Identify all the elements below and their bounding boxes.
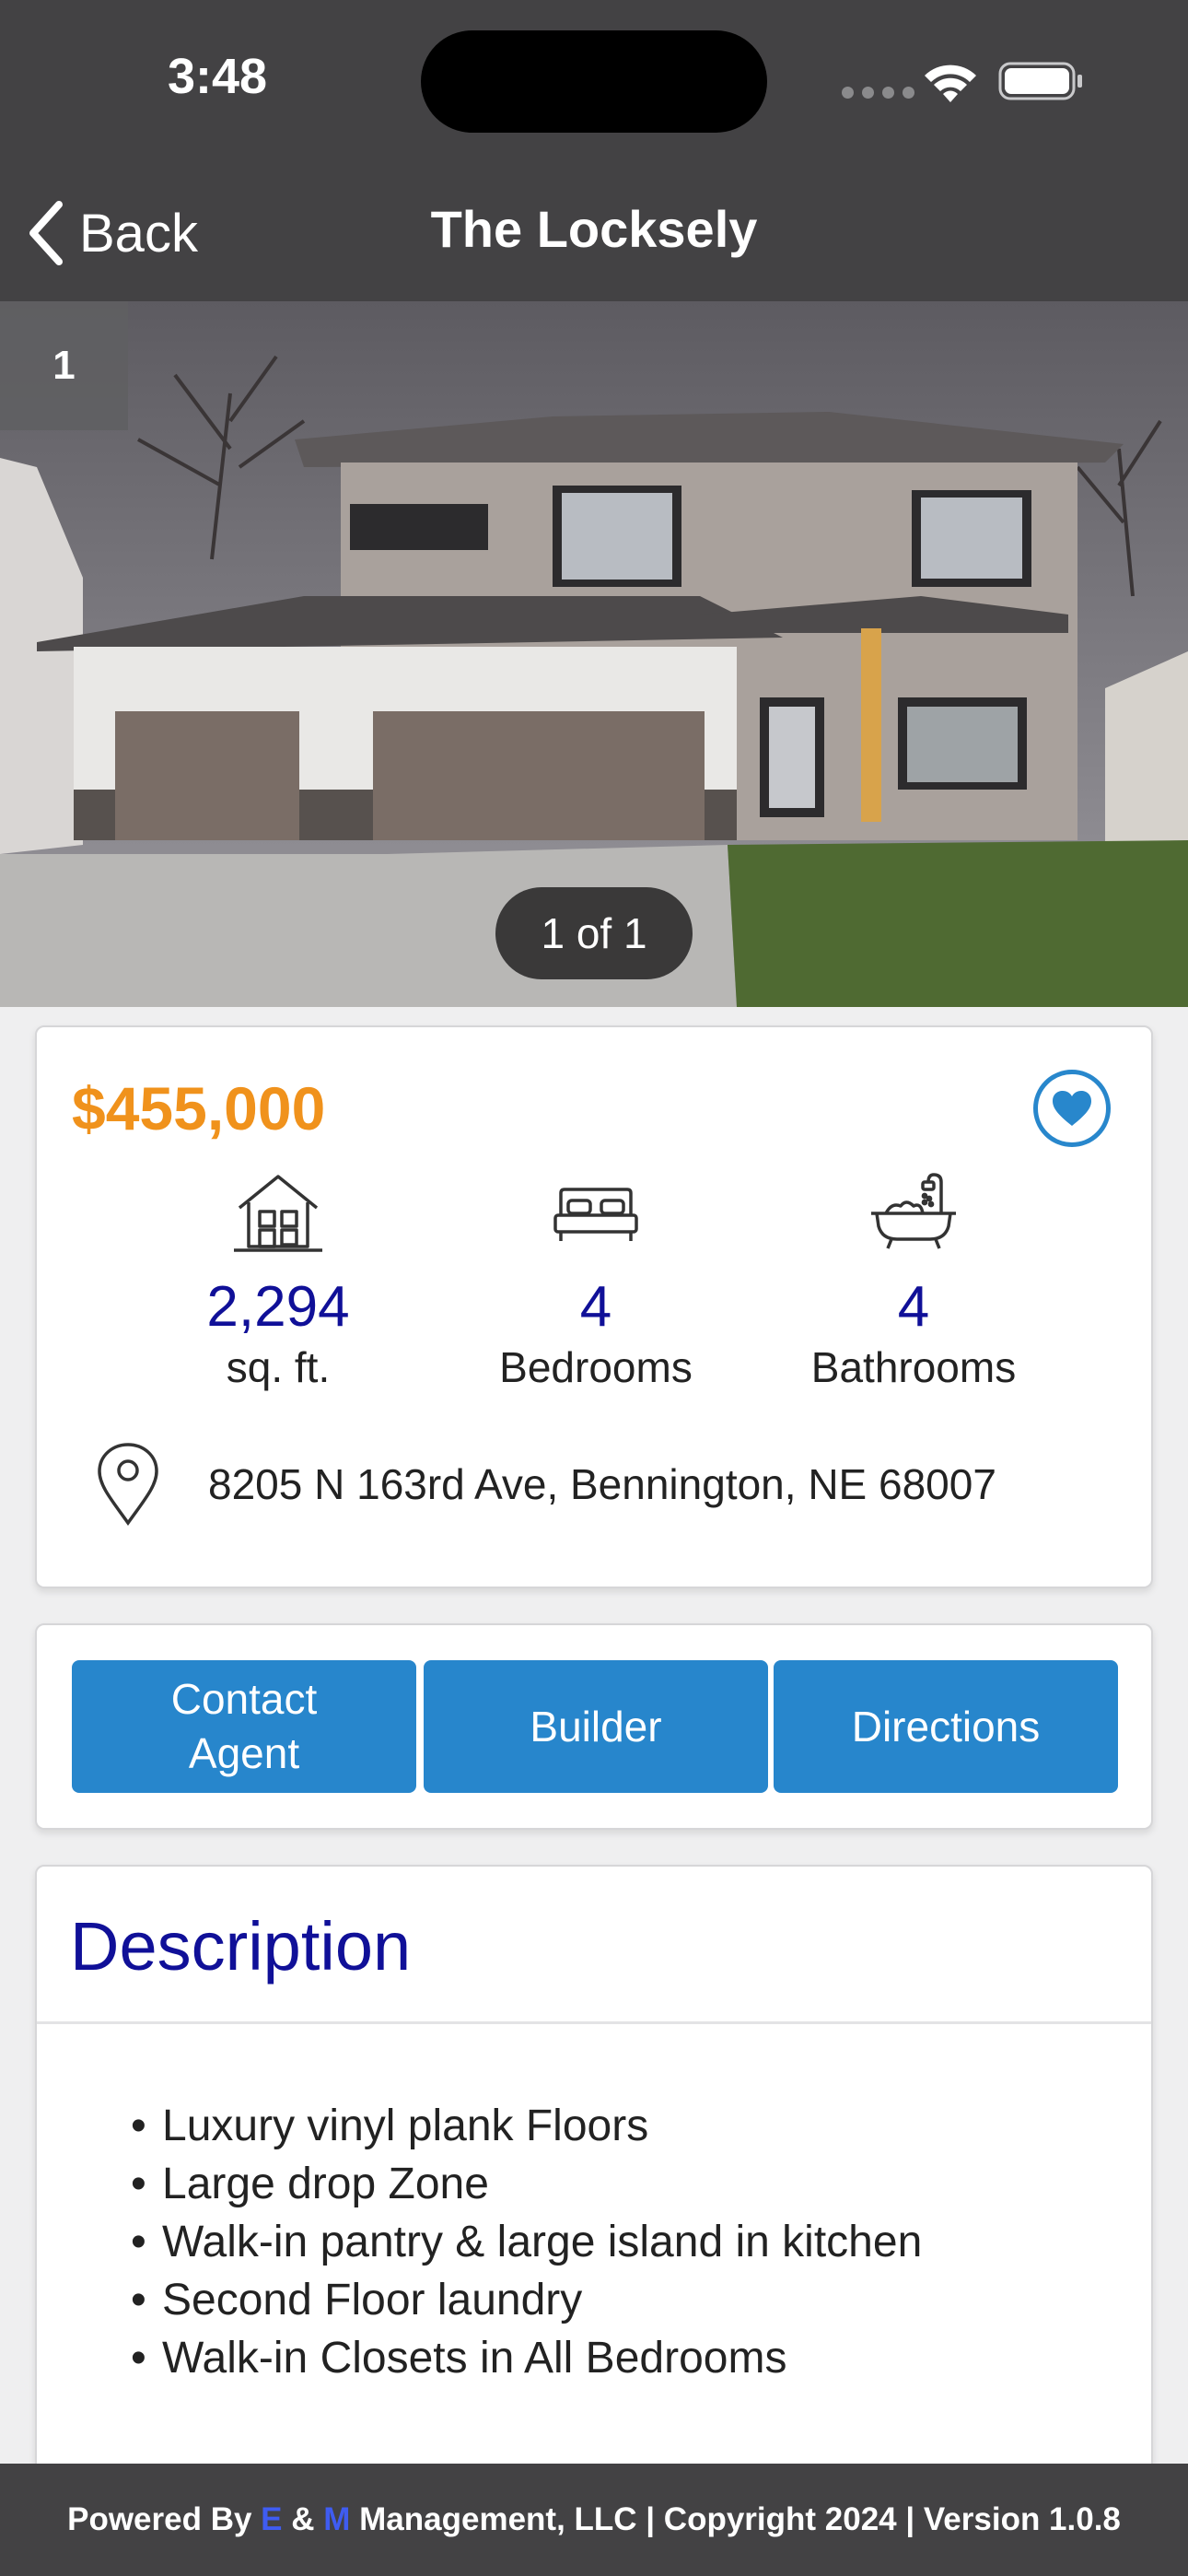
status-time: 3:48: [168, 49, 268, 104]
battery-icon: [998, 62, 1082, 100]
sqft-label: sq. ft.: [226, 1343, 331, 1392]
footer-text: Powered By E & M Management, LLC | Copyr…: [67, 2501, 1121, 2538]
contact-agent-label: Contact Agent: [171, 1672, 318, 1781]
list-item: Luxury vinyl plank Floors: [131, 2097, 922, 2155]
wifi-icon: [925, 64, 976, 102]
stat-sqft: 2,294 sq. ft.: [103, 1165, 453, 1392]
footer-prefix: Powered By: [67, 2501, 262, 2537]
listing-price: $455,000: [72, 1074, 326, 1142]
description-title: Description: [70, 1908, 412, 1985]
list-item: Large drop Zone: [131, 2155, 922, 2213]
footer-letter-e: E: [261, 2501, 283, 2537]
heart-icon: [1053, 1091, 1091, 1126]
list-item: Walk-in pantry & large island in kitchen: [131, 2213, 922, 2271]
bed-icon: [553, 1188, 638, 1241]
footer-suffix: Management, LLC | Copyright 2024 | Versi…: [350, 2501, 1121, 2537]
bathrooms-label: Bathrooms: [810, 1343, 1017, 1392]
list-item: Walk-in Closets in All Bedrooms: [131, 2329, 922, 2387]
dynamic-island: [421, 30, 767, 133]
divider: [37, 2021, 1151, 2024]
stat-bedrooms: 4 Bedrooms: [421, 1165, 771, 1392]
sqft-value: 2,294: [206, 1275, 350, 1339]
contact-label-line1: Contact: [170, 1675, 318, 1724]
bathtub-icon: [871, 1173, 956, 1249]
builder-button[interactable]: Builder: [424, 1660, 768, 1793]
bedrooms-value: 4: [579, 1275, 612, 1339]
favorite-button[interactable]: [1033, 1070, 1111, 1147]
directions-button[interactable]: Directions: [774, 1660, 1118, 1793]
photo-index-badge: 1: [0, 301, 128, 430]
footer-letter-m: M: [323, 2501, 351, 2537]
house-icon: [234, 1175, 322, 1252]
cellular-signal-icon: [842, 87, 914, 99]
top-bar: 3:48 Back The Locksely: [0, 0, 1188, 301]
bedrooms-label: Bedrooms: [499, 1343, 693, 1392]
footer: Powered By E & M Management, LLC | Copyr…: [0, 2464, 1188, 2576]
map-pin-icon: [98, 1443, 158, 1527]
bathrooms-value: 4: [897, 1275, 930, 1339]
list-item: Second Floor laundry: [131, 2271, 922, 2329]
footer-ampersand: &: [282, 2501, 324, 2537]
actions-card: Contact Agent Builder Directions: [35, 1623, 1153, 1830]
listing-info-card: $455,000 2,294 sq. ft. 4 Bedrooms 4 Bath…: [35, 1025, 1153, 1588]
page-title: The Locksely: [430, 200, 758, 258]
stat-bathrooms: 4 Bathrooms: [739, 1165, 1089, 1392]
address-text: 8205 N 163rd Ave, Bennington, NE 68007: [208, 1460, 996, 1508]
photo-counter: 1 of 1: [495, 887, 693, 979]
contact-label-line2: Agent: [188, 1729, 300, 1777]
contact-agent-button[interactable]: Contact Agent: [72, 1660, 416, 1793]
description-list: Luxury vinyl plank Floors Large drop Zon…: [131, 2097, 922, 2387]
address-row[interactable]: 8205 N 163rd Ave, Bennington, NE 68007: [94, 1442, 996, 1527]
